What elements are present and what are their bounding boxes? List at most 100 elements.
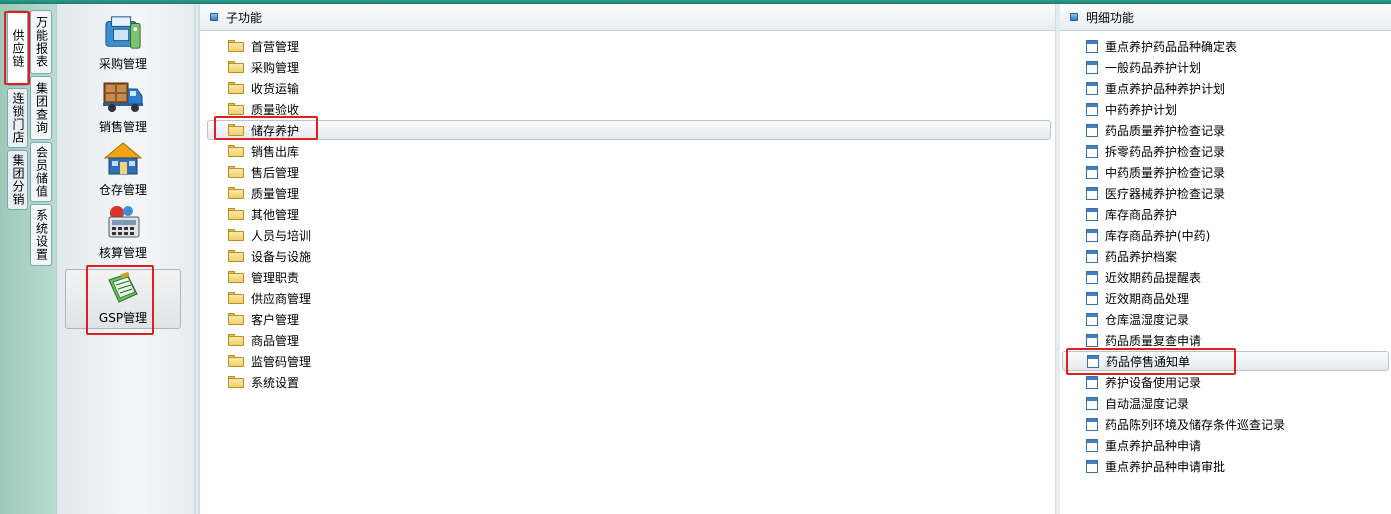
detail-function-item[interactable]: 重点养护品种申请审批 — [1060, 456, 1225, 476]
document-icon — [1086, 312, 1098, 326]
sub-function-label: 售后管理 — [251, 165, 300, 180]
detail-function-item[interactable]: 药品质量复查申请 — [1060, 330, 1201, 350]
document-icon — [1086, 270, 1098, 284]
detail-function-item[interactable]: 中药养护计划 — [1060, 99, 1177, 119]
tab-chain-store[interactable]: 连锁门店 — [7, 88, 28, 148]
folder-icon — [228, 166, 244, 178]
sub-function-label: 客户管理 — [251, 312, 300, 327]
sub-function-header: 子功能 — [200, 4, 1055, 31]
detail-function-item[interactable]: 拆零药品养护检查记录 — [1060, 141, 1225, 161]
module-panel: 采购管理 销售管理 仓存管理 核算管理 GSP管理 — [56, 4, 194, 514]
detail-function-item[interactable]: 库存商品养护 — [1060, 204, 1177, 224]
detail-function-label: 重点养护品种申请 — [1105, 438, 1202, 453]
sub-function-item[interactable]: 采购管理 — [200, 57, 299, 77]
folder-icon — [228, 124, 244, 136]
tab-group-distribution[interactable]: 集团分销 — [7, 150, 28, 210]
detail-function-pane: 明细功能 重点养护药品品种确定表 一般药品养护计划 重点养护品种养护计划中药养护计划… — [1060, 4, 1391, 514]
document-icon — [1086, 417, 1098, 431]
sub-function-item[interactable]: 人员与培训 — [200, 225, 311, 245]
detail-function-label: 中药养护计划 — [1105, 102, 1178, 117]
detail-function-item[interactable]: 药品养护档案 — [1060, 246, 1177, 266]
detail-function-item[interactable]: 近效期商品处理 — [1060, 288, 1189, 308]
module-purchase[interactable]: 采购管理 — [65, 14, 181, 74]
sub-function-item[interactable]: 商品管理 — [200, 330, 299, 350]
tab-member-stored-value[interactable]: 会员储值 — [30, 142, 52, 202]
sub-function-item[interactable]: 质量验收 — [200, 99, 299, 119]
detail-function-item[interactable]: 中药质量养护检查记录 — [1060, 162, 1225, 182]
module-accounting[interactable]: 核算管理 — [65, 203, 181, 263]
detail-function-item[interactable]: 一般药品养护计划 — [1060, 57, 1201, 77]
sub-function-label: 商品管理 — [251, 333, 300, 348]
calculator-icon — [108, 206, 140, 238]
sub-function-item[interactable]: 客户管理 — [200, 309, 299, 329]
folder-icon — [228, 271, 244, 283]
sub-function-label: 储存养护 — [251, 123, 300, 138]
detail-function-label: 近效期药品提醒表 — [1105, 270, 1202, 285]
sub-function-item[interactable]: 储存养护 — [207, 120, 1051, 140]
sub-function-label: 其他管理 — [251, 207, 300, 222]
module-accounting-label: 核算管理 — [98, 246, 147, 260]
tab-universal-report[interactable]: 万能报表 — [30, 10, 52, 74]
detail-function-item[interactable]: 自动温湿度记录 — [1060, 393, 1189, 413]
sub-function-label: 采购管理 — [251, 60, 300, 75]
detail-function-title: 明细功能 — [1086, 10, 1135, 25]
sub-function-item[interactable]: 设备与设施 — [200, 246, 311, 266]
tab-group-query[interactable]: 集团查询 — [30, 76, 52, 140]
folder-icon — [228, 61, 244, 73]
sub-function-item[interactable]: 其他管理 — [200, 204, 299, 224]
sub-function-item[interactable]: 首营管理 — [200, 36, 299, 56]
folder-icon — [228, 187, 244, 199]
detail-function-item[interactable]: 重点养护药品品种确定表 — [1060, 36, 1237, 56]
detail-function-label: 药品停售通知单 — [1106, 354, 1191, 369]
sub-function-item[interactable]: 质量管理 — [200, 183, 299, 203]
module-sales-label: 销售管理 — [98, 120, 147, 134]
tab-supply-chain-label: 供应链 — [11, 28, 25, 68]
sub-function-label: 人员与培训 — [251, 228, 312, 243]
sub-function-item[interactable]: 系统设置 — [200, 372, 299, 392]
module-gsp[interactable]: GSP管理 — [65, 269, 181, 329]
tab-supply-chain[interactable]: 供应链 — [7, 10, 28, 86]
document-icon — [1086, 165, 1098, 179]
detail-function-item[interactable]: 药品质量养护检查记录 — [1060, 120, 1225, 140]
folder-icon — [228, 208, 244, 220]
detail-function-item[interactable]: 药品陈列环境及储存条件巡查记录 — [1060, 414, 1285, 434]
tab-group-query-label: 集团查询 — [34, 82, 49, 134]
detail-function-item[interactable]: 药品停售通知单 — [1062, 351, 1389, 371]
folder-icon — [228, 313, 244, 325]
detail-function-item[interactable]: 近效期药品提醒表 — [1060, 267, 1201, 287]
detail-function-item[interactable]: 医疗器械养护检查记录 — [1060, 183, 1225, 203]
document-icon — [1086, 60, 1098, 74]
sub-function-label: 质量管理 — [251, 186, 300, 201]
folder-icon — [228, 355, 244, 367]
sub-function-item[interactable]: 管理职责 — [200, 267, 299, 287]
header-square-icon — [210, 13, 218, 21]
sub-function-label: 收货运输 — [251, 81, 300, 96]
folder-icon — [228, 334, 244, 346]
document-icon — [1086, 102, 1098, 116]
module-sales[interactable]: 销售管理 — [65, 77, 181, 137]
sub-function-item[interactable]: 监管码管理 — [200, 351, 311, 371]
detail-function-label: 仓库温湿度记录 — [1105, 312, 1190, 327]
detail-function-label: 自动温湿度记录 — [1105, 396, 1190, 411]
sub-function-item[interactable]: 供应商管理 — [200, 288, 311, 308]
document-icon — [1086, 333, 1098, 347]
detail-function-label: 医疗器械养护检查记录 — [1105, 186, 1226, 201]
detail-function-item[interactable]: 重点养护品种申请 — [1060, 435, 1201, 455]
module-warehouse[interactable]: 仓存管理 — [65, 140, 181, 200]
detail-function-item[interactable]: 库存商品养护(中药) — [1060, 225, 1210, 245]
folder-icon — [228, 292, 244, 304]
module-warehouse-label: 仓存管理 — [98, 183, 147, 197]
detail-function-item[interactable]: 养护设备使用记录 — [1060, 372, 1201, 392]
detail-function-item[interactable]: 仓库温湿度记录 — [1060, 309, 1189, 329]
sub-function-item[interactable]: 销售出库 — [200, 141, 299, 161]
sub-function-label: 系统设置 — [251, 375, 300, 390]
gsp-book-icon — [108, 271, 138, 303]
sub-function-item[interactable]: 售后管理 — [200, 162, 299, 182]
document-icon — [1086, 39, 1098, 53]
detail-function-item[interactable]: 重点养护品种养护计划 — [1060, 78, 1225, 98]
folder-icon — [228, 145, 244, 157]
tab-system-settings[interactable]: 系统设置 — [30, 204, 52, 266]
detail-function-header: 明细功能 — [1060, 4, 1391, 31]
detail-function-label: 养护设备使用记录 — [1105, 375, 1202, 390]
sub-function-item[interactable]: 收货运输 — [200, 78, 299, 98]
